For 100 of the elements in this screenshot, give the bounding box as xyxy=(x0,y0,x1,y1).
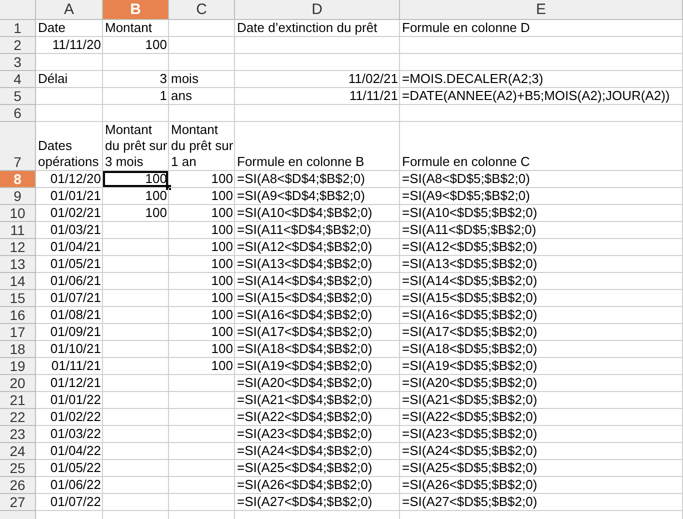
row-header[interactable]: 12 xyxy=(0,239,36,256)
table-cell[interactable] xyxy=(169,105,235,122)
table-cell[interactable]: 01/01/22 xyxy=(36,392,103,409)
table-cell[interactable]: =SI(A17<$D$5;$B$2;0) xyxy=(400,324,683,341)
table-cell[interactable]: Dates opérations xyxy=(36,122,103,171)
table-cell[interactable]: =DATE(ANNEE(A2)+B5;MOIS(A2);JOUR(A2)) xyxy=(400,88,683,105)
table-cell[interactable]: =SI(A27<$D$4;$B$2;0) xyxy=(235,494,400,511)
row-header[interactable]: 9 xyxy=(0,188,36,205)
table-cell[interactable] xyxy=(400,37,683,54)
table-cell[interactable]: =SI(A15<$D$4;$B$2;0) xyxy=(235,290,400,307)
table-cell[interactable] xyxy=(103,426,169,443)
table-cell[interactable]: =SI(A9<$D$4;$B$2;0) xyxy=(235,188,400,205)
table-cell[interactable]: =SI(A10<$D$4;$B$2;0) xyxy=(235,205,400,222)
table-cell[interactable]: 01/12/20 xyxy=(36,171,103,188)
table-cell[interactable] xyxy=(103,324,169,341)
table-cell[interactable]: 100 xyxy=(169,324,235,341)
row-header[interactable]: 1 xyxy=(0,20,36,37)
table-cell[interactable]: 01/04/21 xyxy=(36,239,103,256)
table-cell[interactable]: =SI(A26<$D$5;$B$2;0) xyxy=(400,477,683,494)
table-cell[interactable]: 01/02/22 xyxy=(36,409,103,426)
table-cell[interactable]: =SI(A12<$D$5;$B$2;0) xyxy=(400,239,683,256)
table-cell[interactable]: 01/09/21 xyxy=(36,324,103,341)
table-cell[interactable] xyxy=(103,239,169,256)
table-cell[interactable]: 100 xyxy=(169,239,235,256)
table-cell[interactable]: =SI(A8<$D$5;$B$2;0) xyxy=(400,171,683,188)
table-cell[interactable]: =SI(A14<$D$5;$B$2;0) xyxy=(400,273,683,290)
table-cell[interactable] xyxy=(235,37,400,54)
table-cell[interactable] xyxy=(103,105,169,122)
table-cell[interactable]: 100 xyxy=(169,273,235,290)
row-header[interactable]: 26 xyxy=(0,477,36,494)
table-cell[interactable]: 100 xyxy=(169,222,235,239)
table-cell[interactable]: 100 xyxy=(169,307,235,324)
table-cell[interactable]: 01/12/21 xyxy=(36,375,103,392)
table-cell[interactable]: 01/04/22 xyxy=(36,443,103,460)
table-cell[interactable] xyxy=(169,494,235,511)
table-cell[interactable]: =SI(A16<$D$5;$B$2;0) xyxy=(400,307,683,324)
table-cell[interactable]: 11/11/20 xyxy=(36,37,103,54)
row-header[interactable]: 22 xyxy=(0,409,36,426)
row-header[interactable]: 3 xyxy=(0,54,36,71)
table-cell[interactable]: Montant du prêt sur 3 mois xyxy=(103,122,169,171)
row-header[interactable]: 10 xyxy=(0,205,36,222)
table-cell[interactable]: Montant xyxy=(103,20,169,37)
table-cell[interactable]: =SI(A14<$D$4;$B$2;0) xyxy=(235,273,400,290)
table-cell[interactable]: =SI(A27<$D$5;$B$2;0) xyxy=(400,494,683,511)
table-cell[interactable]: 01/05/21 xyxy=(36,256,103,273)
table-cell[interactable]: 01/07/22 xyxy=(36,494,103,511)
table-cell[interactable] xyxy=(169,426,235,443)
row-header[interactable]: 13 xyxy=(0,256,36,273)
column-header[interactable]: D xyxy=(235,0,400,20)
table-cell[interactable]: 100 xyxy=(169,188,235,205)
table-cell[interactable]: Date xyxy=(36,20,103,37)
table-cell[interactable]: ans xyxy=(169,88,235,105)
table-cell[interactable] xyxy=(36,105,103,122)
table-cell[interactable]: 11/02/21 xyxy=(235,71,400,88)
table-cell[interactable] xyxy=(103,341,169,358)
column-header[interactable]: C xyxy=(169,0,235,20)
table-cell[interactable]: =SI(A18<$D$4;$B$2;0) xyxy=(235,341,400,358)
table-cell[interactable] xyxy=(103,443,169,460)
table-cell[interactable]: Formule en colonne C xyxy=(400,122,683,171)
table-cell[interactable] xyxy=(103,358,169,375)
table-cell[interactable]: =SI(A12<$D$4;$B$2;0) xyxy=(235,239,400,256)
table-cell[interactable] xyxy=(103,290,169,307)
table-cell[interactable] xyxy=(400,54,683,71)
table-cell[interactable] xyxy=(103,477,169,494)
table-cell[interactable] xyxy=(400,105,683,122)
row-header[interactable]: 18 xyxy=(0,341,36,358)
table-cell[interactable]: =SI(A22<$D$5;$B$2;0) xyxy=(400,409,683,426)
row-header[interactable]: 19 xyxy=(0,358,36,375)
table-cell[interactable] xyxy=(103,256,169,273)
table-cell[interactable] xyxy=(169,460,235,477)
table-cell[interactable] xyxy=(169,54,235,71)
column-header[interactable]: E xyxy=(400,0,683,20)
table-cell[interactable]: 01/03/21 xyxy=(36,222,103,239)
table-cell[interactable] xyxy=(169,477,235,494)
table-cell[interactable]: Date d’extinction du prêt xyxy=(235,20,400,37)
table-cell[interactable]: 01/10/21 xyxy=(36,341,103,358)
table-cell[interactable] xyxy=(235,105,400,122)
row-header[interactable]: 14 xyxy=(0,273,36,290)
table-cell[interactable]: =SI(A20<$D$5;$B$2;0) xyxy=(400,375,683,392)
table-cell[interactable]: 01/11/21 xyxy=(36,358,103,375)
table-cell[interactable]: =SI(A21<$D$5;$B$2;0) xyxy=(400,392,683,409)
table-cell[interactable]: =SI(A19<$D$5;$B$2;0) xyxy=(400,358,683,375)
table-cell[interactable]: 01/06/21 xyxy=(36,273,103,290)
table-cell[interactable]: 01/07/21 xyxy=(36,290,103,307)
table-cell[interactable]: =SI(A17<$D$4;$B$2;0) xyxy=(235,324,400,341)
table-cell[interactable]: 1 xyxy=(103,88,169,105)
table-cell[interactable]: 01/08/21 xyxy=(36,307,103,324)
table-cell[interactable] xyxy=(36,88,103,105)
table-cell[interactable] xyxy=(36,54,103,71)
table-cell[interactable]: =SI(A25<$D$4;$B$2;0) xyxy=(235,460,400,477)
table-cell[interactable]: 100 xyxy=(169,341,235,358)
table-cell[interactable] xyxy=(103,409,169,426)
table-cell[interactable]: =SI(A21<$D$4;$B$2;0) xyxy=(235,392,400,409)
table-cell[interactable]: 01/03/22 xyxy=(36,426,103,443)
table-cell[interactable]: =SI(A18<$D$5;$B$2;0) xyxy=(400,341,683,358)
table-cell[interactable]: 11/11/21 xyxy=(235,88,400,105)
table-cell[interactable] xyxy=(103,392,169,409)
row-header[interactable]: 21 xyxy=(0,392,36,409)
table-cell[interactable]: =SI(A20<$D$4;$B$2;0) xyxy=(235,375,400,392)
table-cell[interactable] xyxy=(235,54,400,71)
